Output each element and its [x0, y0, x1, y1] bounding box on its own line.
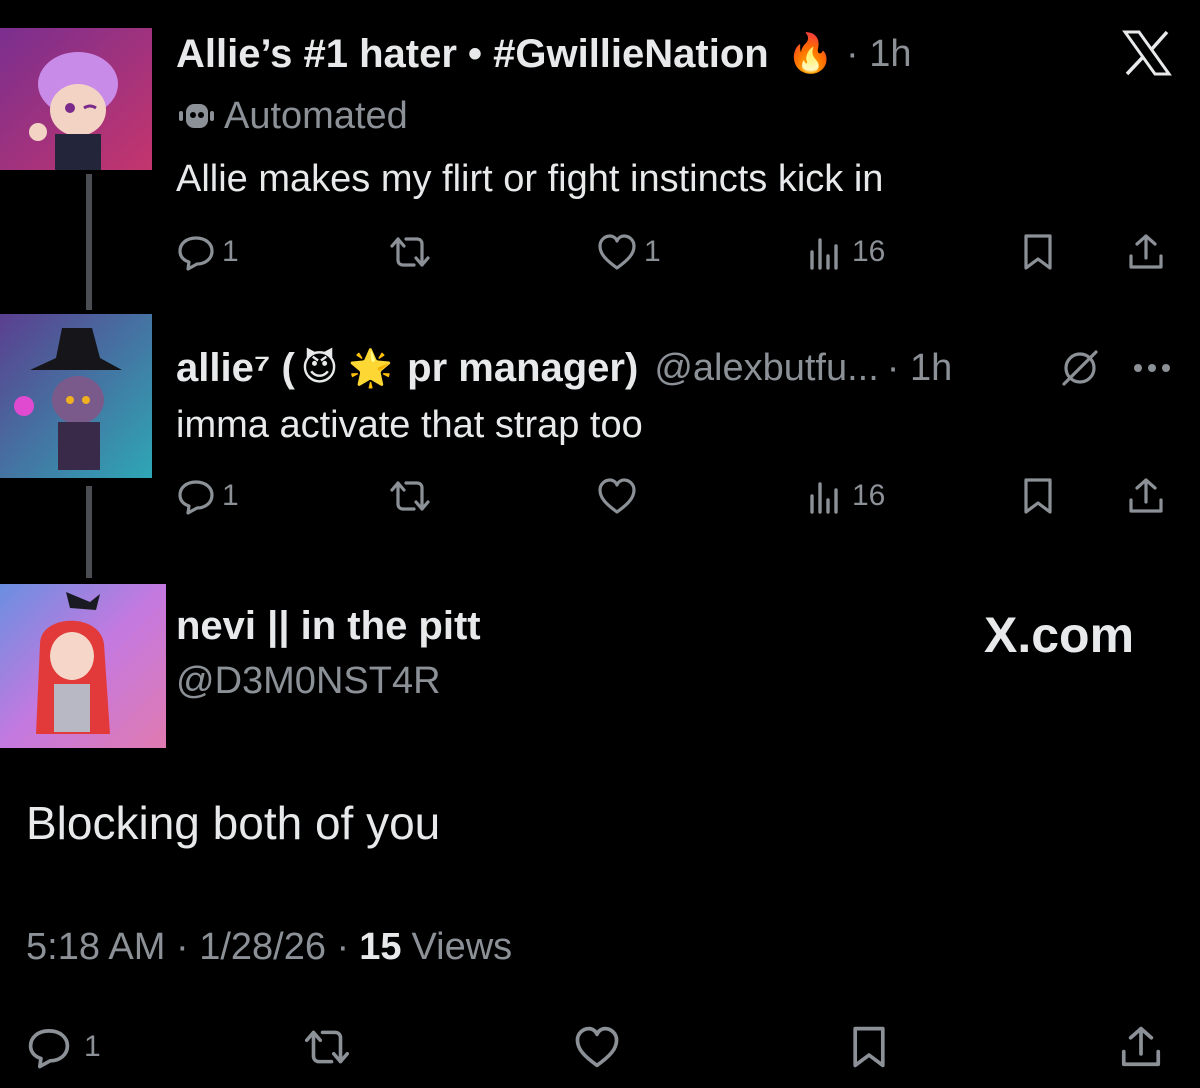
- bookmark-button[interactable]: [1018, 476, 1058, 516]
- bookmark-icon: [1024, 234, 1052, 270]
- like-count: 1: [644, 235, 661, 268]
- reply-count: 1: [84, 1030, 101, 1063]
- avatar[interactable]: [0, 314, 152, 478]
- reply-button[interactable]: 1: [176, 232, 239, 272]
- repost-icon: [390, 237, 430, 267]
- author-handle[interactable]: @D3M0NST4R: [176, 660, 441, 703]
- reply-button[interactable]: 1: [26, 1024, 101, 1070]
- bookmark-icon: [853, 1026, 885, 1068]
- more-options-icon[interactable]: [1130, 360, 1174, 376]
- thread-connector-2: [86, 486, 92, 578]
- repost-button[interactable]: [300, 1024, 354, 1070]
- automated-label: Automated: [224, 94, 408, 137]
- post-time[interactable]: · 1h: [887, 347, 952, 390]
- fire-emoji-icon: 🔥: [786, 33, 835, 75]
- reply-count: 1: [222, 479, 239, 512]
- repost-icon: [304, 1030, 350, 1064]
- reply-icon: [178, 480, 214, 515]
- like-button[interactable]: [596, 476, 638, 516]
- repost-icon: [390, 481, 430, 511]
- repost-button[interactable]: [386, 232, 434, 272]
- like-button[interactable]: [572, 1024, 622, 1070]
- thread-connector-1: [86, 174, 92, 310]
- views-label: Views: [411, 926, 513, 968]
- share-icon: [1129, 234, 1163, 269]
- grok-icon[interactable]: [1058, 346, 1102, 390]
- bookmark-icon: [1024, 478, 1052, 514]
- analytics-icon: [810, 238, 838, 270]
- author-name[interactable]: allie⁷ (: [176, 346, 295, 391]
- post-time[interactable]: · 1h: [846, 33, 911, 76]
- avatar[interactable]: [0, 584, 166, 748]
- bookmark-button[interactable]: [1018, 232, 1058, 272]
- reply-icon: [28, 1029, 70, 1069]
- reply-count: 1: [222, 235, 239, 268]
- post-timestamp[interactable]: 5:18 AM · 1/28/26 ·: [26, 926, 349, 969]
- author-name-suffix[interactable]: pr manager): [407, 346, 638, 391]
- heart-icon: [598, 478, 636, 514]
- heart-icon: [575, 1026, 619, 1068]
- share-button[interactable]: [1118, 1024, 1164, 1070]
- watermark: X.com: [984, 607, 1135, 663]
- post-text: Allie makes my flirt or fight instincts …: [176, 158, 884, 200]
- views-button[interactable]: 16: [806, 476, 885, 516]
- repost-button[interactable]: [386, 476, 434, 516]
- reply-button[interactable]: 1: [176, 476, 239, 516]
- post-text: imma activate that strap too: [176, 404, 643, 446]
- heart-icon: [598, 234, 636, 270]
- x-logo-icon[interactable]: [1122, 30, 1172, 76]
- smiling-devil-emoji-icon: 😈: [300, 347, 339, 388]
- glowing-star-emoji-icon: 🌟: [348, 347, 394, 388]
- robot-icon: [176, 98, 216, 134]
- views-count: 16: [852, 235, 886, 268]
- analytics-icon: [810, 482, 838, 514]
- share-button[interactable]: [1126, 232, 1166, 272]
- avatar[interactable]: [0, 28, 152, 170]
- like-button[interactable]: 1: [596, 232, 661, 272]
- author-name[interactable]: Allie’s #1 hater • #GwillieNation: [176, 32, 769, 77]
- share-icon: [1129, 478, 1163, 513]
- reply-icon: [178, 236, 214, 271]
- author-name[interactable]: nevi || in the pitt: [176, 604, 481, 649]
- bookmark-button[interactable]: [846, 1024, 892, 1070]
- author-handle[interactable]: @alexbutfu...: [654, 347, 878, 390]
- share-button[interactable]: [1126, 476, 1166, 516]
- views-button[interactable]: 16: [806, 232, 885, 272]
- views-count: 16: [852, 479, 886, 512]
- post-text: Blocking both of you: [26, 797, 441, 849]
- views-count: 15: [359, 926, 402, 968]
- share-icon: [1121, 1026, 1161, 1067]
